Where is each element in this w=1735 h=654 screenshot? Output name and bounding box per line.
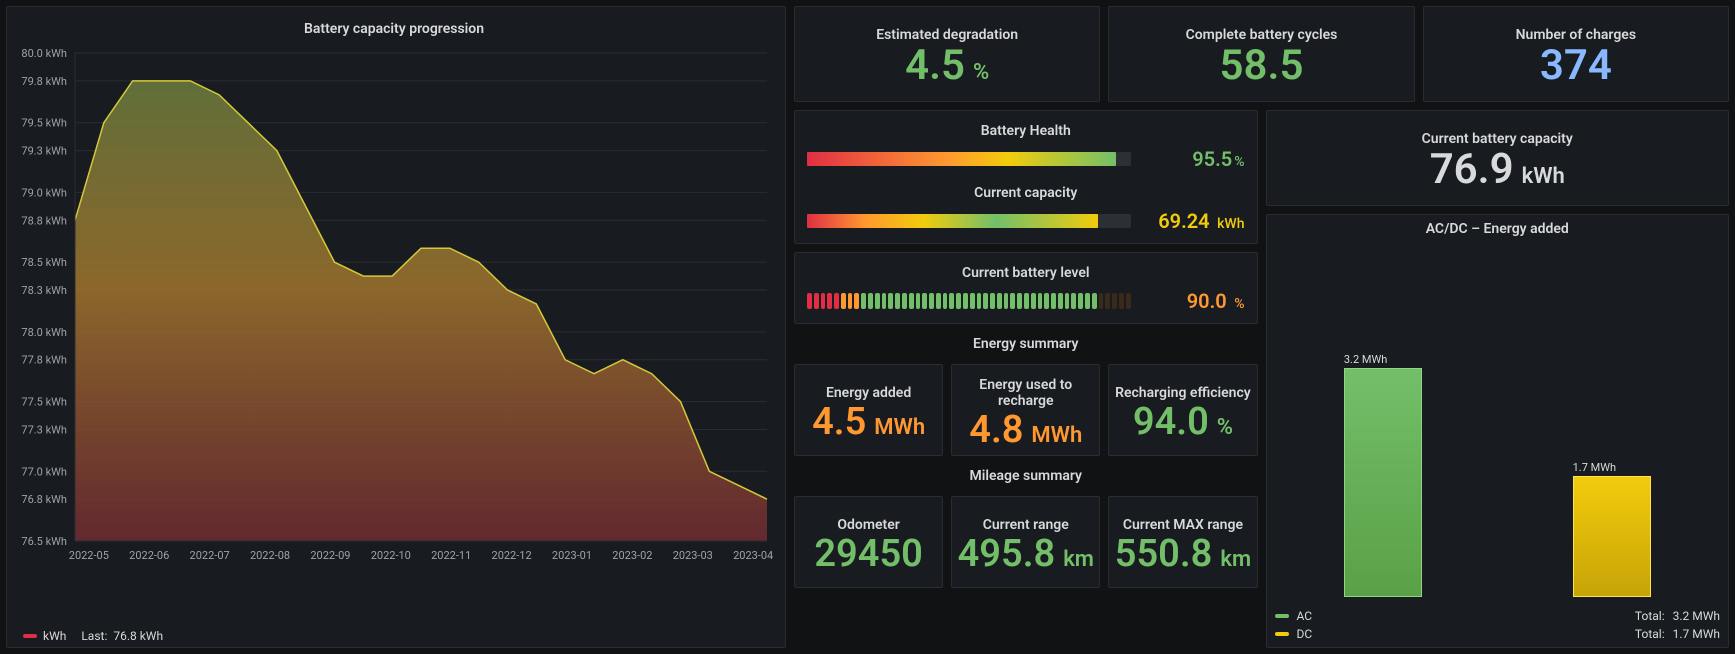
stat-value: 374 (1540, 45, 1612, 87)
panel-title: AC/DC – Energy added (1267, 215, 1729, 239)
stat-value: 94.0 % (1133, 403, 1233, 441)
acdc-energy-panel[interactable]: AC/DC – Energy added 3.2 MWh 1.7 MWh (1266, 214, 1730, 648)
number-of-charges-panel[interactable]: Number of charges 374 (1423, 6, 1729, 102)
bar-dc (1573, 476, 1651, 597)
panel-title: Battery Health (807, 117, 1245, 141)
gauge-bar (807, 152, 1131, 166)
stat-value: 495.8 km (958, 535, 1094, 573)
svg-text:78.5 kWh: 78.5 kWh (21, 256, 67, 269)
svg-text:2022-12: 2022-12 (492, 549, 532, 562)
svg-text:2022-05: 2022-05 (69, 549, 109, 562)
recharge-efficiency-panel[interactable]: Recharging efficiency 94.0 % (1108, 364, 1257, 456)
svg-text:2022-08: 2022-08 (250, 549, 290, 562)
acdc-chart[interactable]: 3.2 MWh 1.7 MWh (1267, 239, 1729, 603)
svg-text:79.5 kWh: 79.5 kWh (21, 117, 67, 130)
svg-text:79.3 kWh: 79.3 kWh (21, 145, 67, 158)
panel-title: Battery capacity progression (11, 15, 777, 39)
svg-text:78.3 kWh: 78.3 kWh (21, 284, 67, 297)
max-range-panel[interactable]: Current MAX range 550.8 km (1108, 496, 1257, 588)
current-range-panel[interactable]: Current range 495.8 km (951, 496, 1100, 588)
current-battery-capacity-panel[interactable]: Current battery capacity 76.9 kWh (1266, 110, 1730, 206)
panel-title: Current battery level (807, 259, 1245, 283)
svg-text:80.0 kWh: 80.0 kWh (21, 47, 67, 60)
stat-value: 58.5 (1220, 45, 1304, 87)
bar-ac (1344, 368, 1422, 597)
gauge-bar (807, 214, 1131, 228)
legend-series: kWh (43, 629, 66, 643)
svg-text:77.3 kWh: 77.3 kWh (21, 423, 67, 436)
svg-text:76.8 kWh: 76.8 kWh (21, 493, 67, 506)
panel-title: Energy used to recharge (952, 371, 1099, 411)
bar-label-ac: 3.2 MWh (1344, 353, 1387, 366)
battery-cycles-panel[interactable]: Complete battery cycles 58.5 (1108, 6, 1414, 102)
section-title-mileage: Mileage summary (794, 464, 1258, 488)
svg-text:79.0 kWh: 79.0 kWh (21, 186, 67, 199)
svg-text:77.5 kWh: 77.5 kWh (21, 396, 67, 409)
legend-last-label: Last: (81, 629, 107, 643)
stat-value: 550.8 km (1115, 535, 1251, 573)
svg-text:2022-06: 2022-06 (129, 549, 169, 562)
panel-title: Current capacity (807, 179, 1245, 203)
svg-text:78.0 kWh: 78.0 kWh (21, 326, 67, 339)
svg-text:2022-10: 2022-10 (371, 549, 411, 562)
battery-health-panel[interactable]: Battery Health 95.5% Current capacity (794, 110, 1258, 244)
svg-text:2022-07: 2022-07 (190, 549, 230, 562)
battery-level-panel[interactable]: Current battery level 90.0 % (794, 252, 1258, 324)
stat-value: 76.9 kWh (1430, 149, 1565, 191)
odometer-panel[interactable]: Odometer 29450 (794, 496, 943, 588)
acdc-legend: AC Total: 3.2 MWh DC Total: 1.7 MWh (1267, 603, 1729, 647)
battery-capacity-progression-panel[interactable]: Battery capacity progression 76.5 kWh76.… (6, 6, 786, 648)
svg-text:2023-01: 2023-01 (552, 549, 592, 562)
bar-label-dc: 1.7 MWh (1573, 461, 1616, 474)
gauge-value: 95.5% (1145, 147, 1245, 171)
legend-swatch (23, 634, 37, 638)
svg-text:2022-11: 2022-11 (431, 549, 471, 562)
svg-text:2023-04: 2023-04 (733, 549, 773, 562)
gauge-value: 90.0 % (1145, 289, 1245, 313)
energy-used-panel[interactable]: Energy used to recharge 4.8 MWh (951, 364, 1100, 456)
stat-value: 4.8 MWh (969, 411, 1082, 449)
stat-value: 4.5 % (905, 45, 989, 87)
svg-text:78.8 kWh: 78.8 kWh (21, 214, 67, 227)
stat-value: 4.5 MWh (812, 403, 925, 441)
estimated-degradation-panel[interactable]: Estimated degradation 4.5 % (794, 6, 1100, 102)
svg-text:2023-02: 2023-02 (612, 549, 652, 562)
legend-last-value: 76.8 kWh (113, 629, 163, 643)
stat-value: 29450 (814, 535, 923, 573)
segmented-gauge (807, 293, 1131, 309)
legend-swatch-dc (1275, 632, 1289, 636)
svg-text:79.8 kWh: 79.8 kWh (21, 75, 67, 88)
svg-text:77.8 kWh: 77.8 kWh (21, 354, 67, 367)
legend-swatch-ac (1275, 614, 1289, 618)
svg-text:76.5 kWh: 76.5 kWh (21, 535, 67, 548)
gauge-value: 69.24 kWh (1145, 209, 1245, 233)
capacity-chart[interactable]: 76.5 kWh 76.8 kWh 77.0 kWh 77.3 kWh 77.5 kWh… (11, 39, 777, 639)
energy-added-panel[interactable]: Energy added 4.5 MWh (794, 364, 943, 456)
svg-text:77.0 kWh: 77.0 kWh (21, 465, 67, 478)
svg-text:2022-09: 2022-09 (310, 549, 350, 562)
section-title-energy: Energy summary (794, 332, 1258, 356)
svg-text:2023-03: 2023-03 (673, 549, 713, 562)
chart-legend: kWh Last: 76.8 kWh (23, 629, 163, 643)
